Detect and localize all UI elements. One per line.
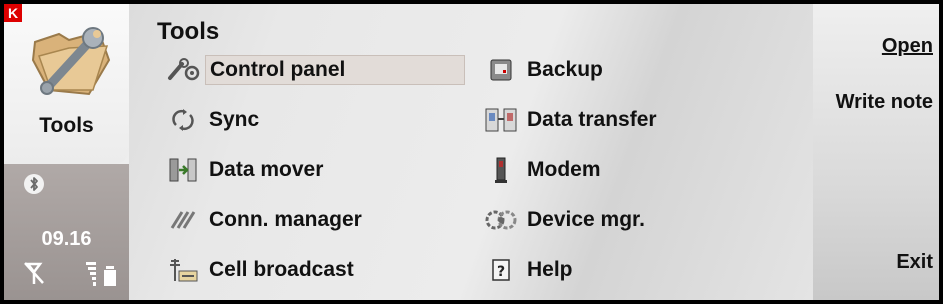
list-item-label: Modem [527, 158, 601, 181]
battery-signal-icon [86, 262, 116, 286]
kaspersky-logo-icon: K [4, 4, 22, 22]
list-item-label: Conn. manager [209, 208, 362, 231]
list-item-label: Data mover [209, 158, 324, 181]
conn-manager-icon [165, 206, 201, 234]
list-item-cell-broadcast[interactable]: Cell broadcast [165, 255, 358, 285]
bluetooth-icon [24, 174, 44, 194]
device-mgr-icon [483, 206, 519, 234]
screen: K Tools 09.16 Tools Control panel Sync D… [4, 4, 939, 300]
list-item-label: Cell broadcast [209, 258, 354, 281]
sync-icon [165, 106, 201, 134]
softkey-pane: Open Write note Exit [813, 4, 939, 300]
list-item-control-panel[interactable]: Control panel [165, 55, 465, 85]
no-signal-icon [24, 262, 44, 284]
clock: 09.16 [41, 228, 92, 250]
cell-broadcast-icon [165, 256, 201, 284]
list-item-backup[interactable]: Backup [483, 55, 607, 85]
list-item-label: Backup [527, 58, 603, 81]
list-item-label: Sync [209, 108, 260, 131]
data-mover-icon [165, 156, 201, 184]
svg-text:?: ? [497, 264, 505, 280]
open-button[interactable]: Open [882, 34, 933, 58]
list-item-label: Control panel [205, 55, 465, 85]
list-item-modem[interactable]: Modem [483, 155, 605, 185]
modem-icon [483, 156, 519, 184]
list-item-label: Help [527, 258, 573, 281]
main-pane: Tools Control panel Sync Data mover Conn… [129, 4, 813, 300]
list-item-data-mover[interactable]: Data mover [165, 155, 327, 185]
list-item-sync[interactable]: Sync [165, 105, 263, 135]
list-item-data-transfer[interactable]: Data transfer [483, 105, 661, 135]
list-item-help[interactable]: ? Help [483, 255, 577, 285]
backup-icon [483, 56, 519, 84]
tools-app-icon [31, 27, 111, 96]
status-pane: K Tools 09.16 [4, 4, 129, 300]
page-title: Tools [157, 18, 220, 45]
list-item-conn-manager[interactable]: Conn. manager [165, 205, 366, 235]
app-title: Tools [39, 114, 94, 137]
help-icon: ? [483, 256, 519, 284]
write-note-button[interactable]: Write note [823, 90, 933, 114]
list-item-label: Device mgr. [527, 208, 645, 231]
list-item-label: Data transfer [527, 108, 657, 131]
exit-button[interactable]: Exit [896, 250, 933, 274]
data-transfer-icon [483, 106, 519, 134]
control-panel-icon [165, 56, 201, 84]
list-item-device-mgr[interactable]: Device mgr. [483, 205, 649, 235]
